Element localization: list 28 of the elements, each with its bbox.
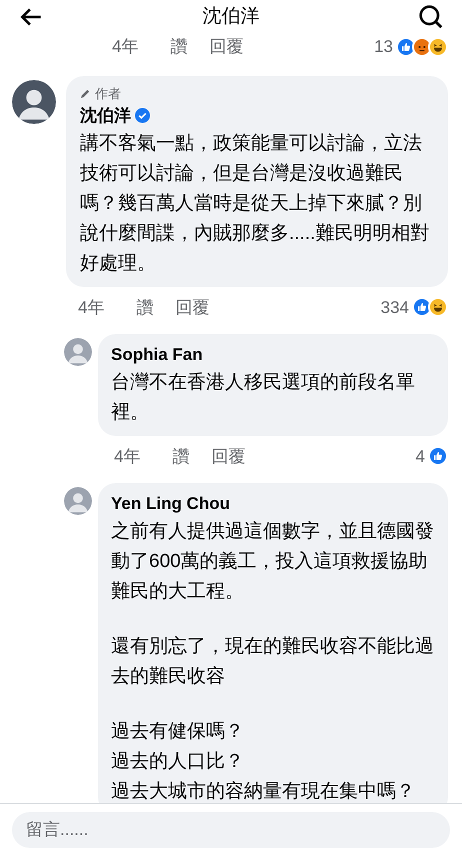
comment-input-field[interactable]: 留言...... <box>12 812 450 848</box>
like-link[interactable]: 讚 <box>172 444 190 469</box>
author-label: 作者 <box>95 84 121 102</box>
comment-text: 過去有健保嗎？ <box>111 720 245 744</box>
commenter-name[interactable]: Yen Ling Chou <box>111 491 230 516</box>
commenter-name[interactable]: 沈伯洋 <box>80 103 131 128</box>
page-title: 沈伯洋 <box>202 4 260 29</box>
comment-text: 還有別忘了，現在的難民收容不能比過去的難民收容 <box>111 634 435 688</box>
time-label: 4年 <box>114 446 140 468</box>
like-link[interactable]: 讚 <box>136 294 154 320</box>
comment-text: 之前有人提供過這個數字，並且德國發動了600萬的義工，投入這項救援協助難民的大工程。 <box>111 520 435 604</box>
time-label: 4年 <box>112 36 138 58</box>
reply-link[interactable]: 回覆 <box>211 444 246 469</box>
comment-text: 過去的人口比？ <box>111 750 245 774</box>
reaction-count: 13 <box>374 36 393 58</box>
reply-link[interactable]: 回覆 <box>209 34 244 60</box>
avatar-icon[interactable] <box>12 80 56 124</box>
comment-text: 過去大城市的容納量有現在集中嗎？ <box>111 780 416 803</box>
comment-text: 台灣不在香港人移民選項的前段名單裡。 <box>111 370 416 424</box>
reaction-count: 334 <box>380 296 409 318</box>
time-label: 4年 <box>78 296 104 318</box>
like-link[interactable]: 讚 <box>170 34 188 60</box>
pencil-icon <box>80 88 91 99</box>
reply-link[interactable]: 回覆 <box>175 294 210 320</box>
search-icon[interactable] <box>418 4 444 30</box>
commenter-name[interactable]: Sophia Fan <box>111 342 203 368</box>
reaction-count: 4 <box>416 446 425 468</box>
comment-text: 講不客氣一點，政策能量可以討論，立法技術可以討論，但是台灣是沒收過難民嗎？幾百萬人當時是從天上掉下來膩？別說什麼間諜，內賊那麼多.....難民明明相對好處理。 <box>80 132 430 276</box>
